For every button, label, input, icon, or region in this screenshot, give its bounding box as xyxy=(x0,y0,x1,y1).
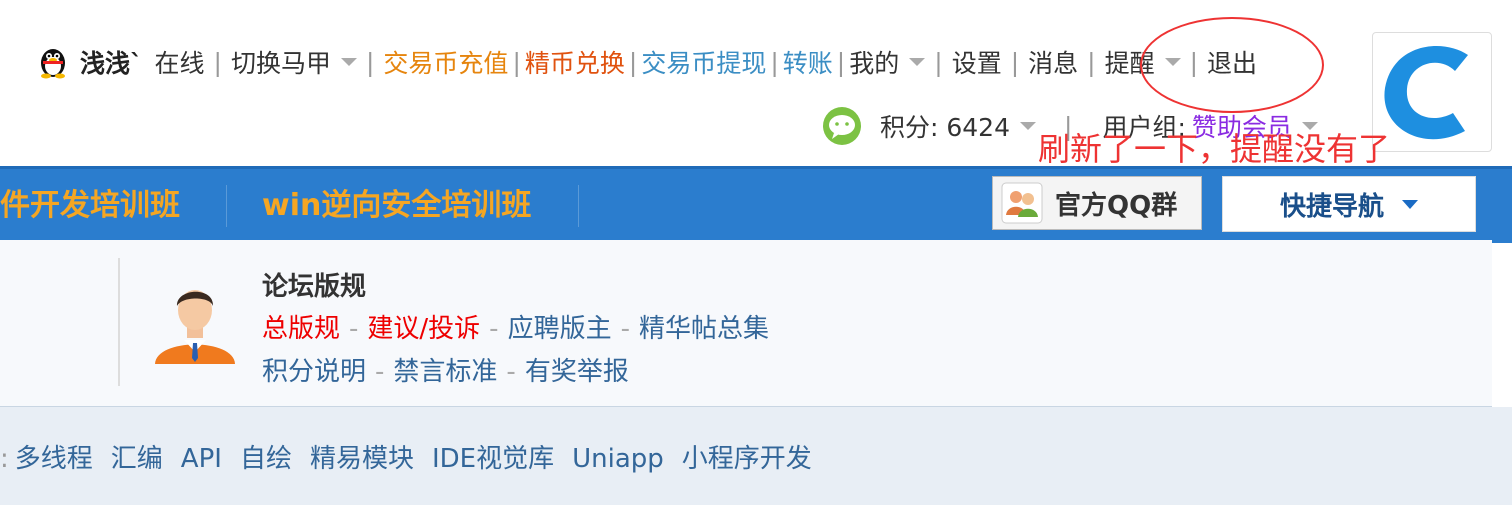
messages-link[interactable]: 消息 xyxy=(1028,44,1078,80)
divider: | xyxy=(1087,47,1096,77)
wechat-icon[interactable] xyxy=(822,106,862,146)
qq-group-button[interactable]: 官方QQ群 xyxy=(992,176,1202,230)
nav-divider xyxy=(578,185,579,227)
admin-avatar-icon xyxy=(155,290,235,364)
rules-row-2: 积分说明 - 禁言标准 - 有奖举报 xyxy=(262,357,629,387)
category-link[interactable]: 多线程 xyxy=(15,444,93,474)
chevron-down-icon[interactable] xyxy=(1020,122,1036,130)
panel-divider xyxy=(118,258,120,386)
divider: | xyxy=(1010,47,1020,77)
chevron-down-icon[interactable] xyxy=(340,58,357,66)
settings-link[interactable]: 设置 xyxy=(952,44,1002,80)
nav-item-software-training[interactable]: 件开发培训班 xyxy=(0,169,180,243)
divider: | xyxy=(836,47,846,77)
category-link[interactable]: IDE视觉库 xyxy=(432,444,554,474)
users-icon xyxy=(1001,182,1043,224)
category-link[interactable]: 小程序开发 xyxy=(682,444,812,474)
apply-moderator-link[interactable]: 应聘版主 xyxy=(508,314,612,344)
online-status[interactable]: 在线 xyxy=(155,44,205,80)
category-link[interactable]: 自绘 xyxy=(240,444,292,474)
logo-icon xyxy=(1384,45,1468,140)
chevron-down-icon xyxy=(1402,199,1418,209)
points-menu[interactable]: 积分: 6424 xyxy=(880,108,1010,144)
annotation-note: 刷新了一下，提醒没有了 xyxy=(1038,130,1391,168)
withdraw-link[interactable]: 交易币提现 xyxy=(641,44,766,80)
chevron-down-icon[interactable] xyxy=(909,58,926,66)
report-reward-link[interactable]: 有奖举报 xyxy=(525,357,629,387)
qq-group-label: 官方QQ群 xyxy=(1055,190,1178,221)
general-rules-link[interactable]: 总版规 xyxy=(262,314,340,344)
category-link[interactable]: 汇编 xyxy=(111,444,163,474)
divider: | xyxy=(512,47,521,77)
exchange-link[interactable]: 精币兑换 xyxy=(525,44,625,80)
qq-penguin-icon xyxy=(41,49,65,79)
quick-nav-label: 快捷导航 xyxy=(1279,191,1384,222)
divider: | xyxy=(934,47,943,77)
recharge-link[interactable]: 交易币充值 xyxy=(383,44,508,80)
mine-menu[interactable]: 我的 xyxy=(849,44,899,80)
transfer-link[interactable]: 转账 xyxy=(783,44,833,80)
category-links: : 多线程 汇编 API 自绘 精易模块 IDE视觉库 Uniapp 小程序开发 xyxy=(0,438,830,475)
nav-item-reverse-training[interactable]: win逆向安全培训班 xyxy=(262,169,531,243)
points-explain-link[interactable]: 积分说明 xyxy=(262,357,366,387)
ban-standard-link[interactable]: 禁言标准 xyxy=(393,357,497,387)
quick-nav-button[interactable]: 快捷导航 xyxy=(1222,176,1476,232)
divider: | xyxy=(628,47,638,77)
username-link[interactable]: 浅浅` xyxy=(80,44,143,80)
rules-title: 论坛版规 xyxy=(262,272,367,302)
divider: | xyxy=(213,47,222,77)
user-toolbar: 浅浅` 在线 | 切换马甲 | 交易币充值 | 精币兑换 | 交易币提现 | 转… xyxy=(36,40,1257,84)
annotation-circle xyxy=(1140,17,1324,113)
list-bullet: : xyxy=(0,444,9,474)
category-link[interactable]: Uniapp xyxy=(572,444,664,474)
divider: | xyxy=(770,47,779,77)
featured-posts-link[interactable]: 精华帖总集 xyxy=(639,314,769,344)
feedback-link[interactable]: 建议/投诉 xyxy=(367,314,480,344)
rules-row-1: 总版规 - 建议/投诉 - 应聘版主 - 精华帖总集 xyxy=(262,314,769,344)
category-link[interactable]: 精易模块 xyxy=(310,444,414,474)
switch-alt-menu[interactable]: 切换马甲 xyxy=(231,44,331,80)
nav-divider xyxy=(226,185,227,227)
category-link[interactable]: API xyxy=(181,444,222,474)
divider: | xyxy=(365,47,375,77)
